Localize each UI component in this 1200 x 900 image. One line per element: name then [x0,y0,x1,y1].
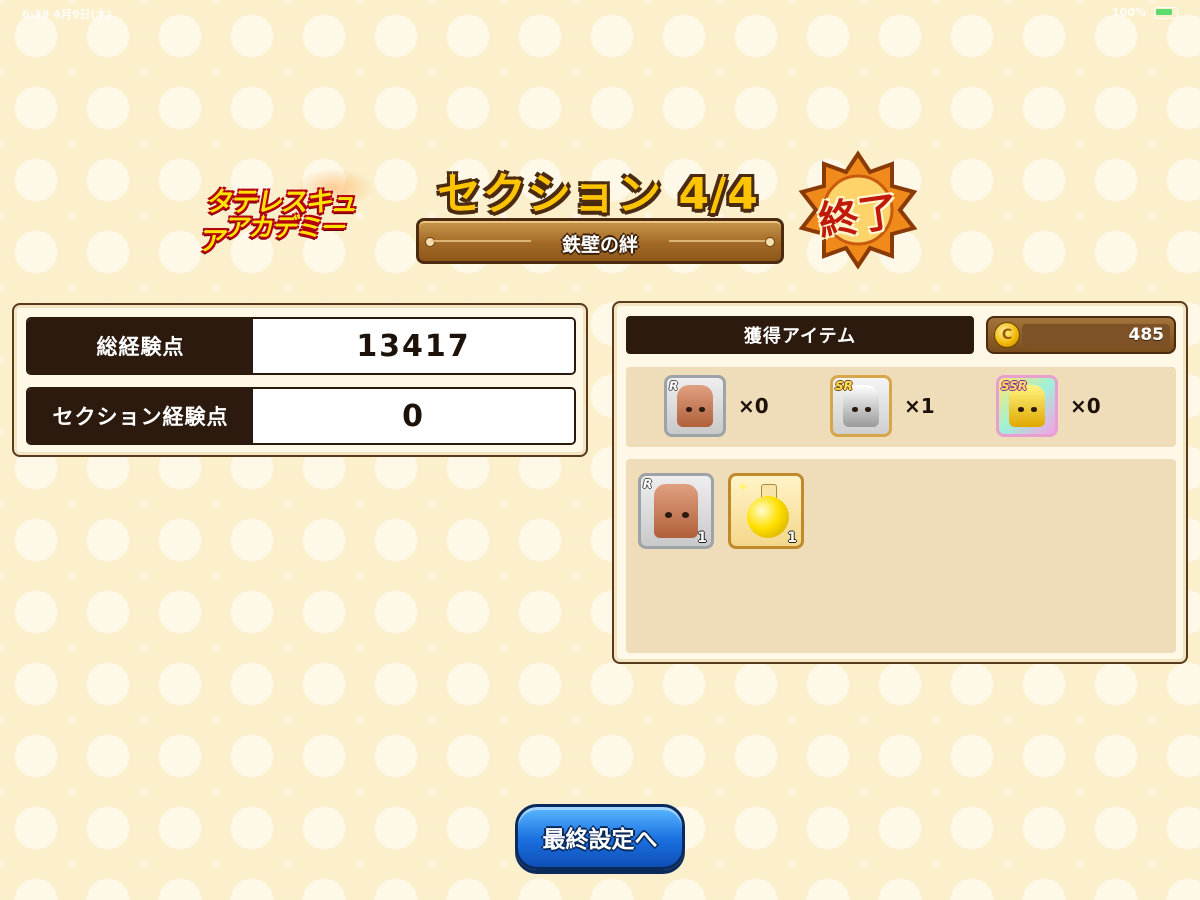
experience-panel: 総経験点 13417 セクション経験点 0 [12,303,588,457]
subtitle-plate: 鉄壁の絆 [416,218,784,264]
coin-icon: C [994,322,1020,348]
acquired-items-header: 獲得アイテム [626,316,974,354]
bronze-character-icon[interactable]: R [664,375,726,437]
sparkle-icon: ✦ [737,480,749,496]
total-exp-label: 総経験点 [28,319,253,373]
rarity-badge: SSR [1001,379,1028,393]
battery-percent: 100% [1112,6,1146,19]
silver-character-icon[interactable]: SR [830,375,892,437]
tier-count: ×0 [1070,394,1101,418]
rarity-badge: R [669,379,679,393]
section-title: セクション 4/4 [437,169,759,220]
section-exp-row: セクション経験点 0 [26,387,576,445]
gold-character-icon[interactable]: SSR [996,375,1058,437]
status-bar: 6:39 4月9日(木) 100% [0,0,1200,26]
bronze-character-icon[interactable]: R 1 [638,473,714,549]
game-logo: タテレスキュア アカデミー [197,168,376,257]
status-time: 6:39 4月9日(木) [22,8,112,21]
coin-counter: C 485 [986,316,1176,354]
total-exp-value: 13417 [253,319,574,373]
section-exp-label: セクション経験点 [28,389,253,443]
coin-value: 485 [1128,325,1165,345]
section-exp-value: 0 [253,389,574,443]
finish-badge: 終了 [798,150,918,270]
item-quantity: 1 [787,530,797,546]
section-subtitle: 鉄壁の絆 [561,234,638,256]
logo-line-2: アカデミー [223,213,349,242]
status-right: 100% [1112,6,1178,19]
battery-icon [1154,6,1178,19]
tier-ssr: SSR ×0 [996,375,1101,437]
next-final-settings-button[interactable]: 最終設定へ [515,804,685,870]
rarity-badge: R [643,477,653,491]
yellow-potion-icon[interactable]: ✦ 1 [728,473,804,549]
dropped-items-area: R 1 ✦ 1 [626,459,1176,653]
tier-count: ×0 [738,394,769,418]
rarity-tier-row: R ×0 SR ×1 SSR ×0 [626,367,1176,447]
tier-count: ×1 [904,394,935,418]
tier-r: R ×0 [664,375,769,437]
acquired-items-panel: 獲得アイテム C 485 R ×0 SR ×1 SSR ×0 R 1 ✦ 1 [612,301,1188,664]
total-exp-row: 総経験点 13417 [26,317,576,375]
tier-sr: SR ×1 [830,375,935,437]
rarity-badge: SR [835,379,853,393]
item-quantity: 1 [697,530,707,546]
